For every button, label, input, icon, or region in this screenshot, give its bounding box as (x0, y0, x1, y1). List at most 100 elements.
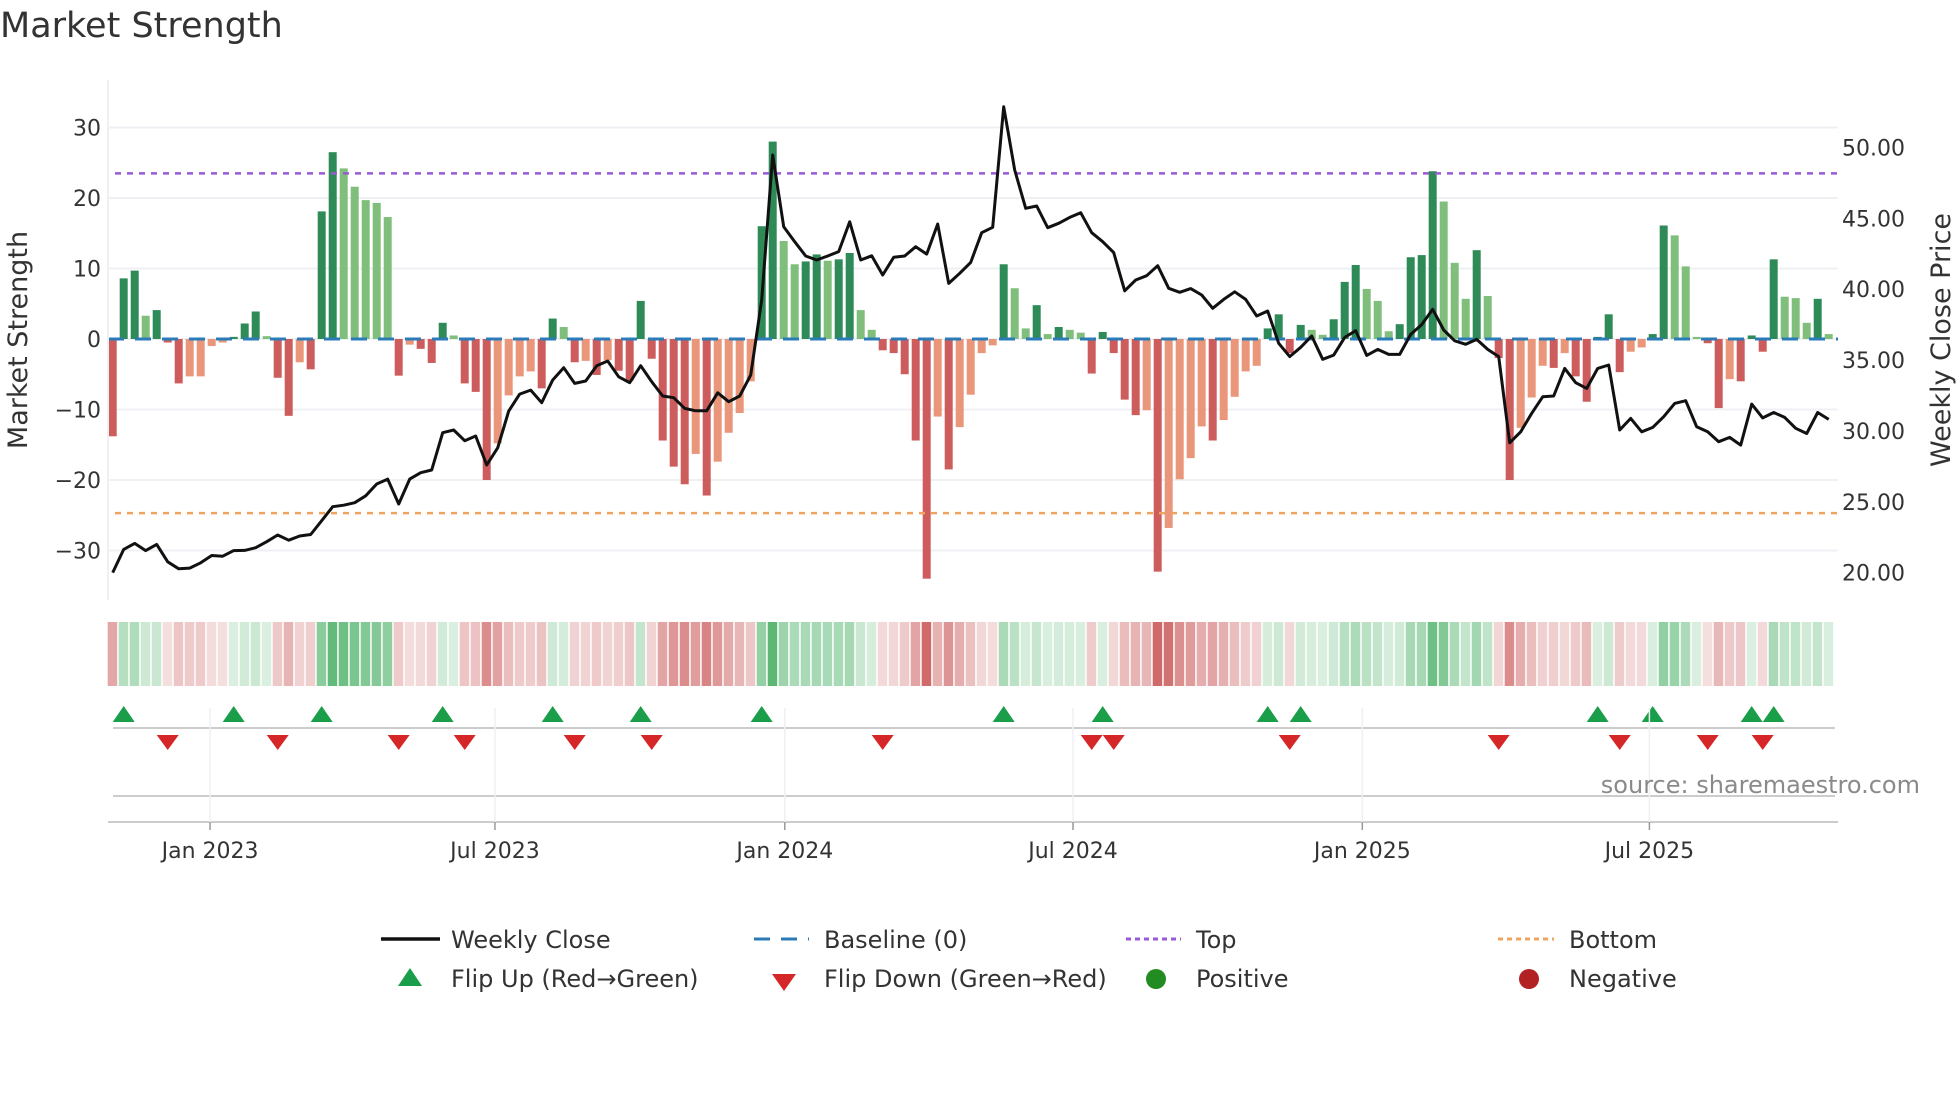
flip-down-marker (1080, 735, 1103, 750)
strength-bar (152, 310, 161, 339)
strip-cell (437, 622, 448, 686)
strip-cell (393, 622, 404, 686)
strip-cell (602, 622, 613, 686)
y-tick-label: −20 (55, 469, 101, 494)
strength-bar (1483, 295, 1492, 339)
strength-bar (1087, 339, 1096, 374)
strip-cell (1251, 622, 1262, 686)
strip-cell (404, 622, 415, 686)
strength-bar (207, 339, 216, 347)
strip-cell (657, 622, 668, 686)
strength-bar (889, 339, 898, 354)
strip-cell (1812, 622, 1823, 686)
strip-cell (1592, 622, 1603, 686)
strip-cell (591, 622, 602, 686)
flip-up-marker (1091, 706, 1114, 722)
strip-cell (261, 622, 272, 686)
strip-cell (954, 622, 965, 686)
strip-cell (1284, 622, 1295, 686)
y2-tick-label: 30.00 (1842, 420, 1905, 445)
strength-bar (1472, 250, 1481, 339)
strip-cell (1306, 622, 1317, 686)
strip-cell (690, 622, 701, 686)
x-tick-label: Jul 2025 (1603, 839, 1695, 864)
strength-bar (911, 339, 920, 441)
strength-bar (625, 339, 634, 381)
strip-cell (1185, 622, 1196, 686)
strip-cell (987, 622, 998, 686)
y2-tick-label: 50.00 (1842, 137, 1905, 162)
strip-cell (723, 622, 734, 686)
strength-bar (108, 339, 117, 437)
flip-up-marker (1762, 706, 1785, 722)
strength-bar (1329, 319, 1338, 339)
strength-bar (1241, 339, 1250, 372)
strip-cell (250, 622, 261, 686)
flip-up-marker (222, 706, 245, 722)
strength-bar (526, 339, 535, 372)
negative-dot-icon (1519, 969, 1539, 989)
strength-bar (1054, 327, 1063, 339)
strip-cell (129, 622, 140, 686)
strip-cell (1295, 622, 1306, 686)
strip-cell (1801, 622, 1812, 686)
source-label: source: sharemaestro.com (1601, 771, 1920, 799)
strength-bar (735, 339, 744, 414)
strip-cell (1196, 622, 1207, 686)
strip-cell (1757, 622, 1768, 686)
y-tick-label: 0 (87, 328, 101, 353)
strength-bar (1164, 339, 1173, 528)
flip-up-marker (310, 706, 333, 722)
strip-cell (1097, 622, 1108, 686)
strength-bar (1252, 339, 1261, 366)
y-tick-label: 20 (73, 187, 101, 212)
strength-bar (1395, 324, 1404, 339)
strength-bar (1208, 339, 1217, 441)
x-tick-label: Jul 2024 (1026, 839, 1118, 864)
strip-cell (800, 622, 811, 686)
legend-weekly-close: Weekly Close (451, 926, 611, 954)
flip-down-marker (563, 735, 586, 750)
strength-bar (1714, 339, 1723, 409)
strip-cell (1493, 622, 1504, 686)
strength-bar (504, 339, 513, 396)
strength-bar (1681, 266, 1690, 339)
strength-bar (1813, 298, 1822, 339)
strength-bar (471, 339, 480, 392)
y2-tick-label: 35.00 (1842, 349, 1905, 374)
strip-cell (1735, 622, 1746, 686)
strip-cell (1262, 622, 1273, 686)
flip-up-marker (431, 706, 454, 722)
strip-cell (1119, 622, 1130, 686)
strip-cell (492, 622, 503, 686)
strength-bar (1461, 298, 1470, 339)
strength-bar (713, 339, 722, 462)
strength-bar (1230, 339, 1239, 397)
strip-cell (1746, 622, 1757, 686)
strip-cell (206, 622, 217, 686)
flip-up-marker (1256, 706, 1279, 722)
strength-bar (1362, 288, 1371, 339)
strength-bar (1098, 331, 1107, 339)
strip-cell (976, 622, 987, 686)
strength-bar (1769, 259, 1778, 339)
y2-tick-label: 25.00 (1842, 491, 1905, 516)
strip-cell (1207, 622, 1218, 686)
strength-bar (1010, 288, 1019, 339)
strength-bar (900, 339, 909, 375)
strength-bar (1109, 339, 1118, 354)
strength-bar (1153, 339, 1162, 572)
strip-cell (613, 622, 624, 686)
strip-cell (624, 622, 635, 686)
flip-down-icon (772, 974, 796, 991)
strength-bar (1747, 335, 1756, 339)
y-tick-label: −10 (55, 399, 101, 424)
strength-bar (856, 310, 865, 339)
strip-cell (525, 622, 536, 686)
strength-bar (691, 339, 700, 454)
strength-bar (1450, 262, 1459, 339)
strength-bar (196, 339, 205, 377)
flip-down-marker (266, 735, 289, 750)
strip-cell (1152, 622, 1163, 686)
strip-cell (1449, 622, 1460, 686)
